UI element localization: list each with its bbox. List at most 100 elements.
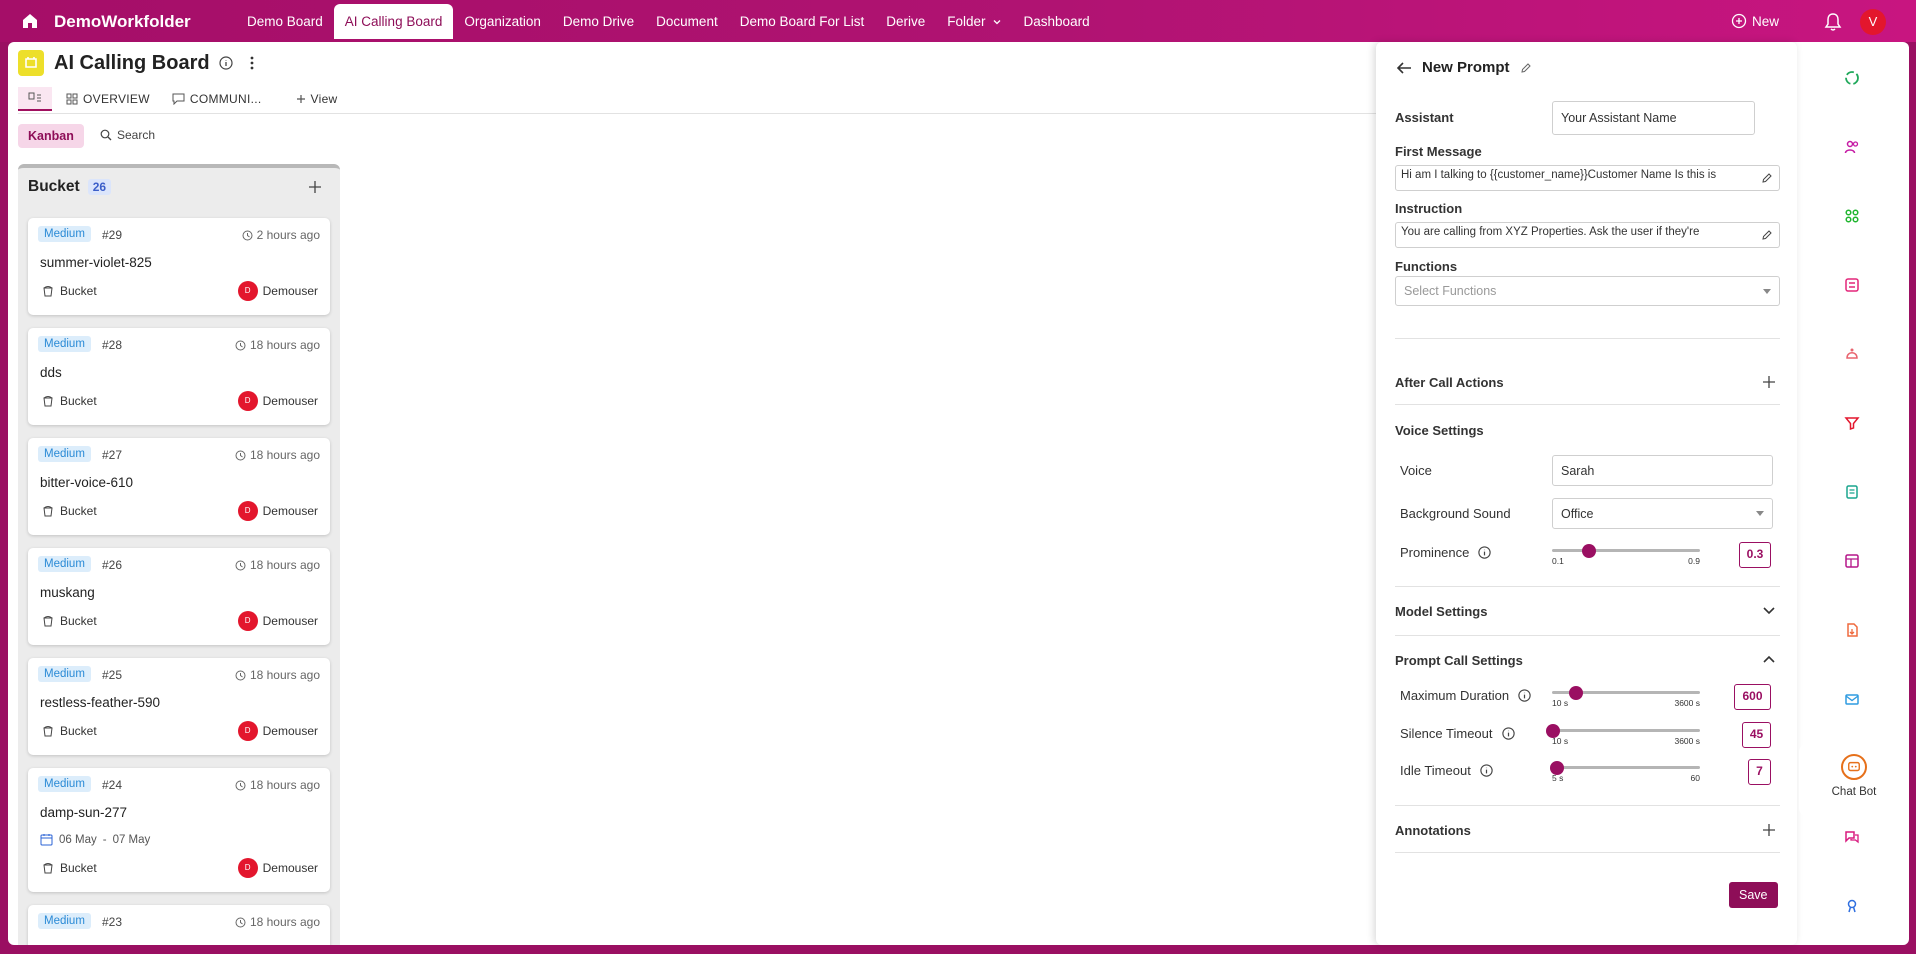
add-view-button[interactable]: View: [288, 87, 346, 111]
silence-timeout-slider[interactable]: 10 s 3600 s: [1546, 721, 1700, 746]
sidebar-item-automation[interactable]: Automation: [1797, 887, 1907, 951]
sidebar-item-forms[interactable]: Forms: [1797, 473, 1907, 537]
tab-overview[interactable]: OVERVIEW: [58, 87, 158, 111]
slider-max: 0.9: [1688, 556, 1700, 566]
priority-badge: Medium: [38, 666, 91, 682]
filter-icon: [1839, 410, 1865, 436]
email-icon: [1839, 686, 1865, 712]
idle-timeout-slider[interactable]: 5 s 60: [1550, 758, 1700, 783]
app-title[interactable]: DemoWorkfolder: [54, 12, 191, 32]
nav-folder[interactable]: Folder: [936, 4, 1012, 39]
card[interactable]: Medium #28 18 hours ago dds Bucket D Demo…: [28, 328, 330, 425]
info-icon[interactable]: [218, 55, 234, 71]
card-title: bitter-voice-610: [40, 475, 134, 490]
divider: [1395, 586, 1780, 587]
info-icon[interactable]: [1477, 545, 1492, 560]
edit-icon[interactable]: [1761, 172, 1773, 184]
edit-icon[interactable]: [1520, 62, 1532, 74]
slider-knob[interactable]: [1582, 544, 1596, 558]
sidebar-item-quick-filter[interactable]: Quick Filter: [1797, 404, 1907, 468]
sidebar-item-label: Process: [1831, 97, 1873, 109]
nav-derive[interactable]: Derive: [875, 4, 936, 39]
max-duration-slider[interactable]: 10 s 3600 s: [1552, 683, 1700, 708]
card[interactable]: Medium #26 18 hours ago muskang Bucket D…: [28, 548, 330, 645]
tab-board-view[interactable]: [18, 87, 52, 111]
new-button[interactable]: New: [1731, 13, 1779, 29]
sidebar-item-channels[interactable]: Channels: [1797, 818, 1907, 882]
card-time: 18 hours ago: [235, 778, 320, 792]
add-icon[interactable]: [1762, 823, 1776, 837]
card[interactable]: Medium #29 2 hours ago summer-violet-825…: [28, 218, 330, 315]
sidebar-item-email[interactable]: Email: [1797, 680, 1907, 744]
chevron-up-icon[interactable]: [1762, 654, 1776, 664]
background-sound-select[interactable]: Office: [1552, 498, 1773, 529]
nav-dashboard[interactable]: Dashboard: [1013, 4, 1101, 39]
sidebar-item-label: Apps: [1838, 235, 1866, 247]
first-message-field[interactable]: Hi am I talking to {{customer_name}}Cust…: [1395, 165, 1780, 191]
home-icon[interactable]: [20, 11, 40, 31]
nav-ai-calling-board[interactable]: AI Calling Board: [333, 4, 454, 39]
sidebar-item-chat-bot[interactable]: Chat Bot: [1799, 744, 1909, 816]
background-sound-label: Background Sound: [1400, 506, 1511, 521]
assistant-name-input[interactable]: Your Assistant Name: [1552, 101, 1755, 135]
max-duration-value[interactable]: 600: [1734, 684, 1771, 710]
panel-title: New Prompt: [1422, 59, 1510, 76]
nav-demo-drive[interactable]: Demo Drive: [552, 4, 645, 39]
sidebar-item-members[interactable]: Members: [1797, 128, 1907, 192]
card[interactable]: Medium #27 18 hours ago bitter-voice-610…: [28, 438, 330, 535]
card-assignee: D Demouser: [237, 391, 318, 411]
edit-icon[interactable]: [1761, 229, 1773, 241]
tab-communication[interactable]: COMMUNI...: [164, 87, 270, 111]
kanban-button[interactable]: Kanban: [18, 124, 84, 148]
search-button[interactable]: Search: [100, 128, 155, 142]
info-icon[interactable]: [1501, 726, 1516, 741]
new-button-label: New: [1752, 13, 1780, 29]
model-settings-label[interactable]: Model Settings: [1395, 604, 1487, 619]
nav-organization[interactable]: Organization: [453, 4, 552, 39]
nav-demo-board-for-list[interactable]: Demo Board For List: [729, 4, 876, 39]
add-icon[interactable]: [1762, 375, 1776, 389]
clock-icon: [242, 230, 253, 240]
silence-timeout-row-label: Silence Timeout: [1400, 726, 1516, 741]
nav-demo-board[interactable]: Demo Board: [236, 4, 334, 39]
back-arrow-icon[interactable]: [1396, 61, 1412, 75]
prominence-slider[interactable]: 0.1 0.9: [1552, 541, 1700, 566]
info-icon[interactable]: [1479, 763, 1494, 778]
sidebar-item-import-export[interactable]: Import/Export: [1797, 611, 1907, 675]
slider-knob[interactable]: [1569, 686, 1584, 700]
card-bucket: Bucket: [42, 504, 97, 518]
prompt-call-settings-label[interactable]: Prompt Call Settings: [1395, 653, 1523, 668]
card-time: 2 hours ago: [242, 228, 320, 242]
user-avatar[interactable]: V: [1860, 9, 1886, 35]
nav-document[interactable]: Document: [645, 4, 729, 39]
instruction-field[interactable]: You are calling from XYZ Properties. Ask…: [1395, 222, 1780, 248]
bell-icon[interactable]: [1824, 12, 1842, 32]
sidebar-item-apps[interactable]: Apps: [1797, 197, 1907, 261]
card[interactable]: Medium #23 18 hours ago: [28, 905, 330, 945]
more-vertical-icon[interactable]: [244, 55, 260, 71]
slider-min: 10 s: [1552, 698, 1569, 708]
voice-input[interactable]: Sarah: [1552, 455, 1773, 486]
bucket-icon: [43, 616, 53, 627]
add-card-icon[interactable]: [308, 180, 322, 194]
idle-timeout-value[interactable]: 7: [1748, 759, 1771, 785]
card[interactable]: Medium #24 18 hours ago damp-sun-277 06 …: [28, 768, 330, 892]
divider: [1395, 338, 1780, 339]
silence-timeout-value[interactable]: 45: [1742, 722, 1771, 748]
card-title: dds: [40, 365, 62, 380]
info-icon[interactable]: [1517, 688, 1532, 703]
sidebar-item-label: Email: [1837, 718, 1867, 730]
sidebar-item-process[interactable]: Process: [1797, 59, 1907, 123]
save-button[interactable]: Save: [1729, 882, 1778, 908]
sidebar-item-phases[interactable]: Phases: [1797, 335, 1907, 399]
background-sound-value: Office: [1561, 506, 1594, 521]
card[interactable]: Medium #25 18 hours ago restless-feather…: [28, 658, 330, 755]
card-assignee-name: Demouser: [262, 614, 318, 628]
chevron-down-icon[interactable]: [1762, 606, 1776, 616]
sidebar-item-template[interactable]: Template: [1797, 542, 1907, 606]
functions-select[interactable]: Select Functions: [1395, 276, 1780, 306]
after-call-actions-label[interactable]: After Call Actions: [1395, 375, 1504, 390]
sidebar-item-attributes[interactable]: Attributes: [1797, 266, 1907, 330]
annotations-label[interactable]: Annotations: [1395, 823, 1471, 838]
prominence-value[interactable]: 0.3: [1739, 542, 1771, 568]
